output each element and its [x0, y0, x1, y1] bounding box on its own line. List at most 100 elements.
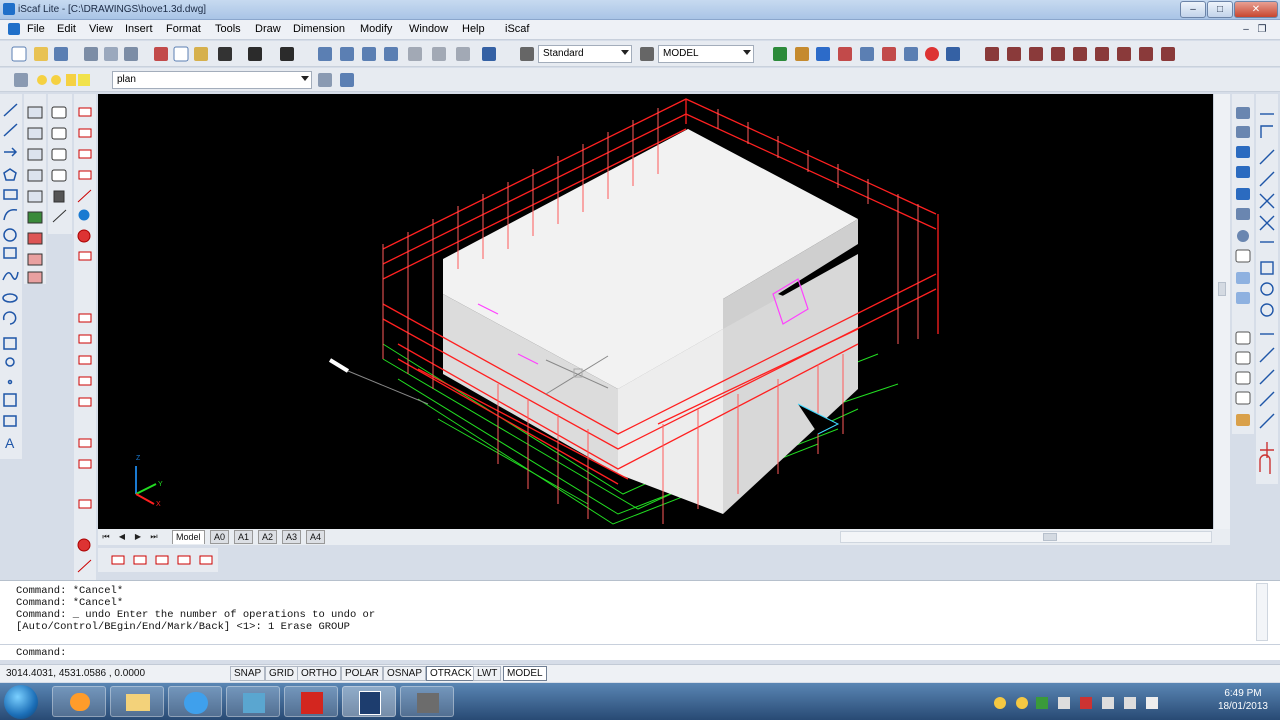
app-icon	[243, 693, 265, 713]
ucs-y-label: Y	[158, 481, 163, 488]
tab-a1[interactable]: A1	[234, 530, 254, 544]
standard-toolbar: Standard MODEL	[0, 41, 1280, 67]
dim-style-value: MODEL	[663, 48, 699, 59]
menu-dimension[interactable]: Dimension	[293, 23, 345, 35]
command-prompt[interactable]: Command:	[16, 647, 66, 659]
clock-time: 6:49 PM	[1224, 688, 1262, 699]
menu-help[interactable]: Help	[462, 23, 485, 35]
chevron-down-icon	[743, 50, 751, 55]
minimize-button[interactable]: –	[1180, 1, 1206, 18]
modify-b-icons	[51, 106, 67, 223]
modify-toolbar-a	[24, 94, 46, 284]
menu-window[interactable]: Window	[409, 23, 448, 35]
view-tools-icons	[1235, 107, 1251, 426]
maximize-button[interactable]: □	[1207, 1, 1233, 18]
snap-toolbar	[1256, 94, 1278, 484]
modify-toolbar-b	[48, 94, 72, 234]
doc-minimize-button[interactable]: –	[1240, 22, 1252, 36]
tab-a4[interactable]: A4	[306, 530, 326, 544]
ucs-icon: Z Y X	[135, 455, 163, 508]
taskbar-app[interactable]	[226, 686, 280, 717]
scaffold-model: Z Y X	[135, 98, 939, 525]
polar-toggle[interactable]: POLAR	[341, 666, 383, 681]
osnap-toggle[interactable]: OSNAP	[383, 666, 427, 681]
taskbar-iscaf[interactable]	[342, 686, 396, 717]
window-title: iScaf Lite - [C:\DRAWINGS\hove1.3d.dwg]	[18, 4, 207, 15]
tab-a0[interactable]: A0	[210, 530, 230, 544]
last-tab-button[interactable]: ⏭	[148, 531, 160, 543]
grid-toggle[interactable]: GRID	[265, 666, 298, 681]
view-toolbar	[1232, 94, 1254, 434]
horizontal-scrollbar[interactable]	[840, 531, 1212, 543]
command-input-row[interactable]: Command:	[0, 644, 1280, 660]
layer-select[interactable]: plan	[112, 71, 312, 89]
snap-toggle[interactable]: SNAP	[230, 666, 266, 681]
drawing-canvas[interactable]: Z Y X	[98, 94, 1213, 529]
tool-icon	[417, 693, 439, 713]
command-history-line: [Auto/Control/BEgin/End/Mark/Back] <1>: …	[16, 621, 350, 633]
lwt-toggle[interactable]: LWT	[473, 666, 502, 681]
draw-toolbar: A	[0, 94, 22, 459]
media-player-icon	[70, 693, 90, 711]
model-toggle[interactable]: MODEL	[503, 666, 547, 681]
first-tab-button[interactable]: ⏮	[100, 531, 112, 543]
start-button[interactable]	[4, 685, 38, 719]
layer-icons	[14, 73, 90, 87]
hscroll-thumb[interactable]	[1043, 533, 1057, 541]
menu-edit[interactable]: Edit	[57, 23, 76, 35]
menu-draw[interactable]: Draw	[255, 23, 281, 35]
status-bar: 3014.4031, 4531.0586 , 0.0000 SNAP GRID …	[0, 664, 1280, 682]
menu-modify[interactable]: Modify	[360, 23, 392, 35]
system-clock[interactable]: 6:49 PM 18/01/2013	[1218, 687, 1268, 713]
ucs-z-label: Z	[136, 455, 141, 462]
iscaf-sub-toolbar	[98, 548, 218, 572]
taskbar-ie[interactable]	[168, 686, 222, 717]
taskbar-tool[interactable]	[400, 686, 454, 717]
menu-format[interactable]: Format	[166, 23, 201, 35]
iscaf-icon	[359, 691, 381, 715]
layer-manager-icon[interactable]	[340, 73, 354, 87]
ortho-toggle[interactable]: ORTHO	[297, 666, 341, 681]
ucs-x-label: X	[156, 501, 161, 508]
menu-iscaf[interactable]: iScaf	[505, 23, 529, 35]
command-history-line: Command: _ undo Enter the number of oper…	[16, 609, 376, 621]
menu-file[interactable]: File	[27, 23, 45, 35]
otrack-toggle[interactable]: OTRACK	[426, 666, 476, 681]
dim-style-select[interactable]: MODEL	[658, 45, 754, 63]
draw-tools-icons: A	[2, 103, 19, 451]
text-style-select[interactable]: Standard	[538, 45, 632, 63]
pdf-icon	[301, 692, 323, 714]
browser-icon	[184, 692, 208, 714]
menu-view[interactable]: View	[89, 23, 113, 35]
tab-model[interactable]: Model	[172, 530, 205, 544]
iscaf-toolbar	[74, 94, 96, 584]
folder-icon	[126, 694, 150, 711]
taskbar-acrobat[interactable]	[284, 686, 338, 717]
snap-tools-icons	[1259, 113, 1275, 474]
layer-previous-icon[interactable]	[318, 73, 332, 87]
command-scrollbar[interactable]	[1256, 583, 1268, 641]
tab-a2[interactable]: A2	[258, 530, 278, 544]
taskbar-explorer[interactable]	[110, 686, 164, 717]
tab-a3[interactable]: A3	[282, 530, 302, 544]
vertical-scrollbar[interactable]	[1213, 94, 1230, 529]
windows-taskbar: 6:49 PM 18/01/2013	[0, 683, 1280, 720]
chevron-down-icon	[621, 50, 629, 55]
svg-text:A: A	[5, 435, 15, 451]
document-icon[interactable]	[8, 23, 20, 35]
close-button[interactable]: ✕	[1234, 1, 1278, 18]
beam-line	[347, 370, 429, 405]
text-style-value: Standard	[543, 48, 584, 59]
next-tab-button[interactable]: ▶	[132, 531, 144, 543]
iscaf-sub-icons	[111, 555, 213, 565]
modify-a-icons	[27, 106, 43, 284]
command-history-line: Command: *Cancel*	[16, 585, 124, 597]
menu-insert[interactable]: Insert	[125, 23, 153, 35]
title-bar: iScaf Lite - [C:\DRAWINGS\hove1.3d.dwg] …	[0, 0, 1280, 20]
taskbar-media-player[interactable]	[52, 686, 106, 717]
doc-restore-button[interactable]: ❐	[1256, 22, 1268, 36]
menu-tools[interactable]: Tools	[215, 23, 241, 35]
chevron-down-icon	[301, 76, 309, 81]
prev-tab-button[interactable]: ◀	[116, 531, 128, 543]
scroll-thumb[interactable]	[1218, 282, 1226, 296]
